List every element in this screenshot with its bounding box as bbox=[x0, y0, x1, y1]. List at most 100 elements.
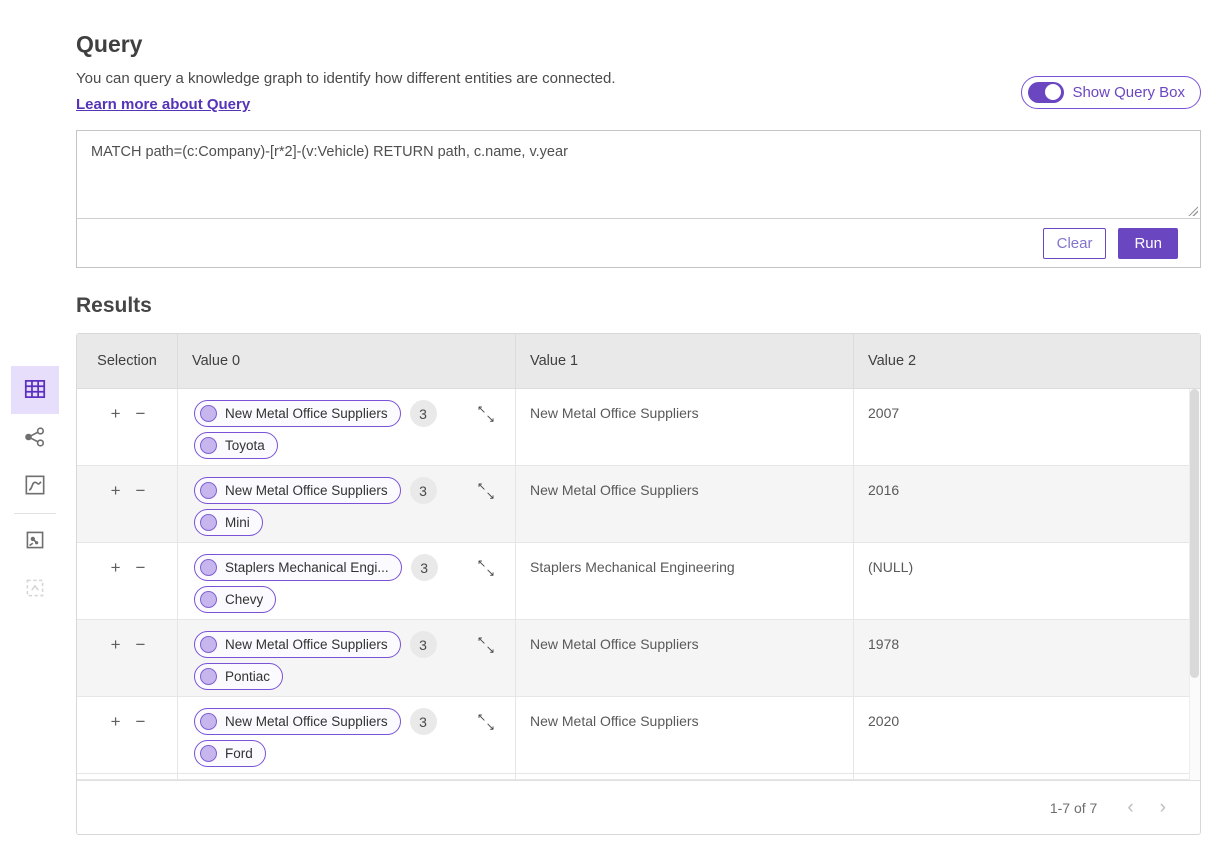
next-page-icon[interactable]: › bbox=[1160, 798, 1166, 817]
column-header-value2: Value 2 bbox=[853, 334, 1200, 388]
value1-cell: New Metal Office Suppliers bbox=[515, 697, 853, 773]
add-to-graph-button[interactable]: + bbox=[111, 713, 121, 773]
table-row: + − New Metal Office Suppliers 3 ↖ ↘ Min… bbox=[77, 466, 1200, 543]
clear-button[interactable]: Clear bbox=[1043, 228, 1107, 259]
learn-more-link[interactable]: Learn more about Query bbox=[76, 96, 250, 113]
query-input-wrap: MATCH path=(c:Company)-[r*2]-(v:Vehicle)… bbox=[77, 131, 1200, 219]
node-chip-company[interactable]: New Metal Office Suppliers bbox=[194, 631, 401, 658]
node-chip-label: New Metal Office Suppliers bbox=[225, 406, 388, 421]
node-chip-company[interactable]: New Metal Office Suppliers bbox=[194, 400, 401, 427]
selection-view-button bbox=[11, 565, 59, 613]
node-chip-label: Staplers Mechanical Engi... bbox=[225, 560, 389, 575]
selection-cell: + − bbox=[77, 697, 177, 773]
node-chip-vehicle[interactable]: Chevy bbox=[194, 586, 276, 613]
selection-cell: + − bbox=[77, 543, 177, 619]
graph-view-icon bbox=[22, 424, 48, 453]
table-header-row: Selection Value 0 Value 1 Value 2 bbox=[77, 334, 1200, 389]
main-content: Query You can query a knowledge graph to… bbox=[76, 0, 1201, 835]
path-count-badge: 3 bbox=[410, 708, 437, 735]
snapshot-view-button[interactable] bbox=[11, 517, 59, 565]
node-chip-label: Ford bbox=[225, 746, 253, 761]
snapshot-view-icon bbox=[22, 527, 48, 556]
view-sidebar bbox=[10, 366, 60, 613]
pagination-range: 1-7 of 7 bbox=[1050, 800, 1097, 816]
node-chip-company[interactable]: New Metal Office Suppliers bbox=[194, 477, 401, 504]
chart-view-button[interactable] bbox=[11, 462, 59, 510]
partial-row bbox=[77, 774, 1200, 780]
expand-row-icon[interactable]: ↖ ↘ bbox=[477, 559, 495, 577]
node-dot-icon bbox=[200, 405, 217, 422]
remove-from-graph-button[interactable]: − bbox=[136, 713, 146, 773]
table-row: + − New Metal Office Suppliers 3 ↖ ↘ Toy… bbox=[77, 389, 1200, 466]
value2-cell: 2016 bbox=[853, 466, 1200, 542]
add-to-graph-button[interactable]: + bbox=[111, 636, 121, 696]
toggle-label: Show Query Box bbox=[1072, 84, 1185, 101]
resize-grip-icon[interactable] bbox=[1187, 205, 1198, 216]
scrollbar-thumb[interactable] bbox=[1190, 389, 1199, 678]
expand-row-icon[interactable]: ↖ ↘ bbox=[477, 405, 495, 423]
table-row: + − Staplers Mechanical Engi... 3 ↖ ↘ Ch… bbox=[77, 543, 1200, 620]
path-count-badge: 3 bbox=[411, 554, 438, 581]
query-actions: Clear Run bbox=[77, 219, 1200, 267]
vertical-scrollbar[interactable] bbox=[1189, 389, 1200, 780]
page-title: Query bbox=[76, 31, 1201, 58]
path-count-badge: 3 bbox=[410, 400, 437, 427]
toggle-switch-icon[interactable] bbox=[1028, 82, 1064, 103]
value1-cell: Staplers Mechanical Engineering bbox=[515, 543, 853, 619]
node-dot-icon bbox=[200, 745, 217, 762]
results-table-card: Selection Value 0 Value 1 Value 2 + − Ne… bbox=[76, 333, 1201, 835]
value1-cell: New Metal Office Suppliers bbox=[515, 389, 853, 465]
remove-from-graph-button[interactable]: − bbox=[136, 405, 146, 465]
node-chip-label: New Metal Office Suppliers bbox=[225, 637, 388, 652]
page-description: You can query a knowledge graph to ident… bbox=[76, 70, 616, 87]
expand-row-icon[interactable]: ↖ ↘ bbox=[477, 713, 495, 731]
node-dot-icon bbox=[200, 514, 217, 531]
show-query-box-toggle[interactable]: Show Query Box bbox=[1021, 76, 1201, 109]
prev-page-icon[interactable]: ‹ bbox=[1127, 798, 1133, 817]
value2-cell: 1978 bbox=[853, 620, 1200, 696]
selection-cell: + − bbox=[77, 466, 177, 542]
node-chip-label: New Metal Office Suppliers bbox=[225, 714, 388, 729]
table-view-button[interactable] bbox=[11, 366, 59, 414]
selection-view-icon bbox=[22, 575, 48, 604]
add-to-graph-button[interactable]: + bbox=[111, 405, 121, 465]
add-to-graph-button[interactable]: + bbox=[111, 559, 121, 619]
node-chip-company[interactable]: Staplers Mechanical Engi... bbox=[194, 554, 402, 581]
node-chip-vehicle[interactable]: Ford bbox=[194, 740, 266, 767]
expand-row-icon[interactable]: ↖ ↘ bbox=[477, 482, 495, 500]
node-chip-vehicle[interactable]: Pontiac bbox=[194, 663, 283, 690]
remove-from-graph-button[interactable]: − bbox=[136, 482, 146, 542]
node-chip-vehicle[interactable]: Mini bbox=[194, 509, 263, 536]
node-dot-icon bbox=[200, 713, 217, 730]
column-header-value0: Value 0 bbox=[177, 334, 515, 388]
path-cell: Staplers Mechanical Engi... 3 ↖ ↘ Chevy bbox=[177, 543, 515, 619]
path-cell: New Metal Office Suppliers 3 ↖ ↘ Pontiac bbox=[177, 620, 515, 696]
node-chip-company[interactable]: New Metal Office Suppliers bbox=[194, 708, 401, 735]
table-row: + − New Metal Office Suppliers 3 ↖ ↘ Pon… bbox=[77, 620, 1200, 697]
value2-cell: 2020 bbox=[853, 697, 1200, 773]
table-body: + − New Metal Office Suppliers 3 ↖ ↘ Toy… bbox=[77, 389, 1200, 780]
node-dot-icon bbox=[200, 482, 217, 499]
node-chip-label: Chevy bbox=[225, 592, 263, 607]
add-to-graph-button[interactable]: + bbox=[111, 482, 121, 542]
path-cell: New Metal Office Suppliers 3 ↖ ↘ Mini bbox=[177, 466, 515, 542]
column-header-selection: Selection bbox=[77, 334, 177, 388]
node-chip-label: Pontiac bbox=[225, 669, 270, 684]
selection-cell: + − bbox=[77, 620, 177, 696]
node-chip-vehicle[interactable]: Toyota bbox=[194, 432, 278, 459]
remove-from-graph-button[interactable]: − bbox=[136, 559, 146, 619]
remove-from-graph-button[interactable]: − bbox=[136, 636, 146, 696]
sidebar-divider bbox=[14, 513, 56, 514]
intro-row: You can query a knowledge graph to ident… bbox=[76, 70, 1201, 114]
node-dot-icon bbox=[200, 636, 217, 653]
column-header-value1: Value 1 bbox=[515, 334, 853, 388]
run-button[interactable]: Run bbox=[1118, 228, 1178, 259]
path-cell: New Metal Office Suppliers 3 ↖ ↘ Ford bbox=[177, 697, 515, 773]
table-view-icon bbox=[22, 376, 48, 405]
path-count-badge: 3 bbox=[410, 631, 437, 658]
expand-row-icon[interactable]: ↖ ↘ bbox=[477, 636, 495, 654]
results-heading: Results bbox=[76, 294, 1201, 318]
graph-view-button[interactable] bbox=[11, 414, 59, 462]
query-input[interactable]: MATCH path=(c:Company)-[r*2]-(v:Vehicle)… bbox=[77, 131, 1200, 219]
query-page: Query You can query a knowledge graph to… bbox=[0, 0, 1217, 856]
